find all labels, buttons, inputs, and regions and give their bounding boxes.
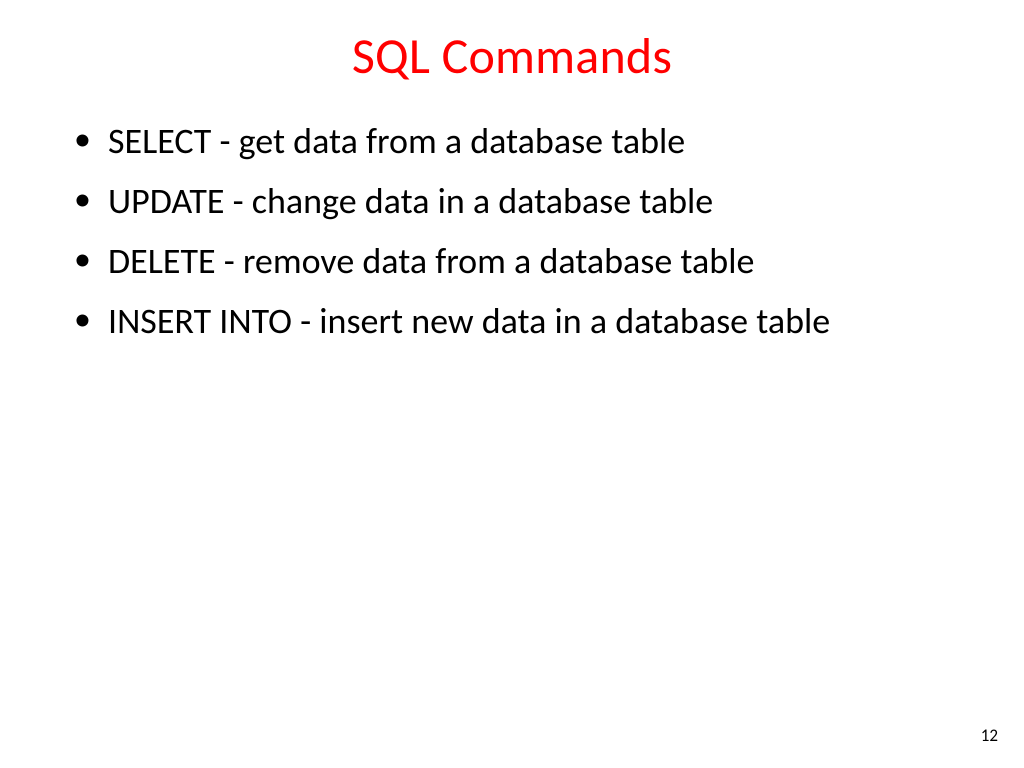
list-item: UPDATE - change data in a database table [68, 178, 964, 224]
slide-content: SELECT - get data from a database table … [68, 118, 964, 358]
list-item: INSERT INTO - insert new data in a datab… [68, 298, 964, 344]
page-number: 12 [981, 725, 998, 746]
list-item: SELECT - get data from a database table [68, 118, 964, 164]
bullet-list: SELECT - get data from a database table … [68, 118, 964, 344]
slide-title: SQL Commands [0, 26, 1024, 87]
slide: SQL Commands SELECT - get data from a da… [0, 0, 1024, 768]
list-item: DELETE - remove data from a database tab… [68, 238, 964, 284]
